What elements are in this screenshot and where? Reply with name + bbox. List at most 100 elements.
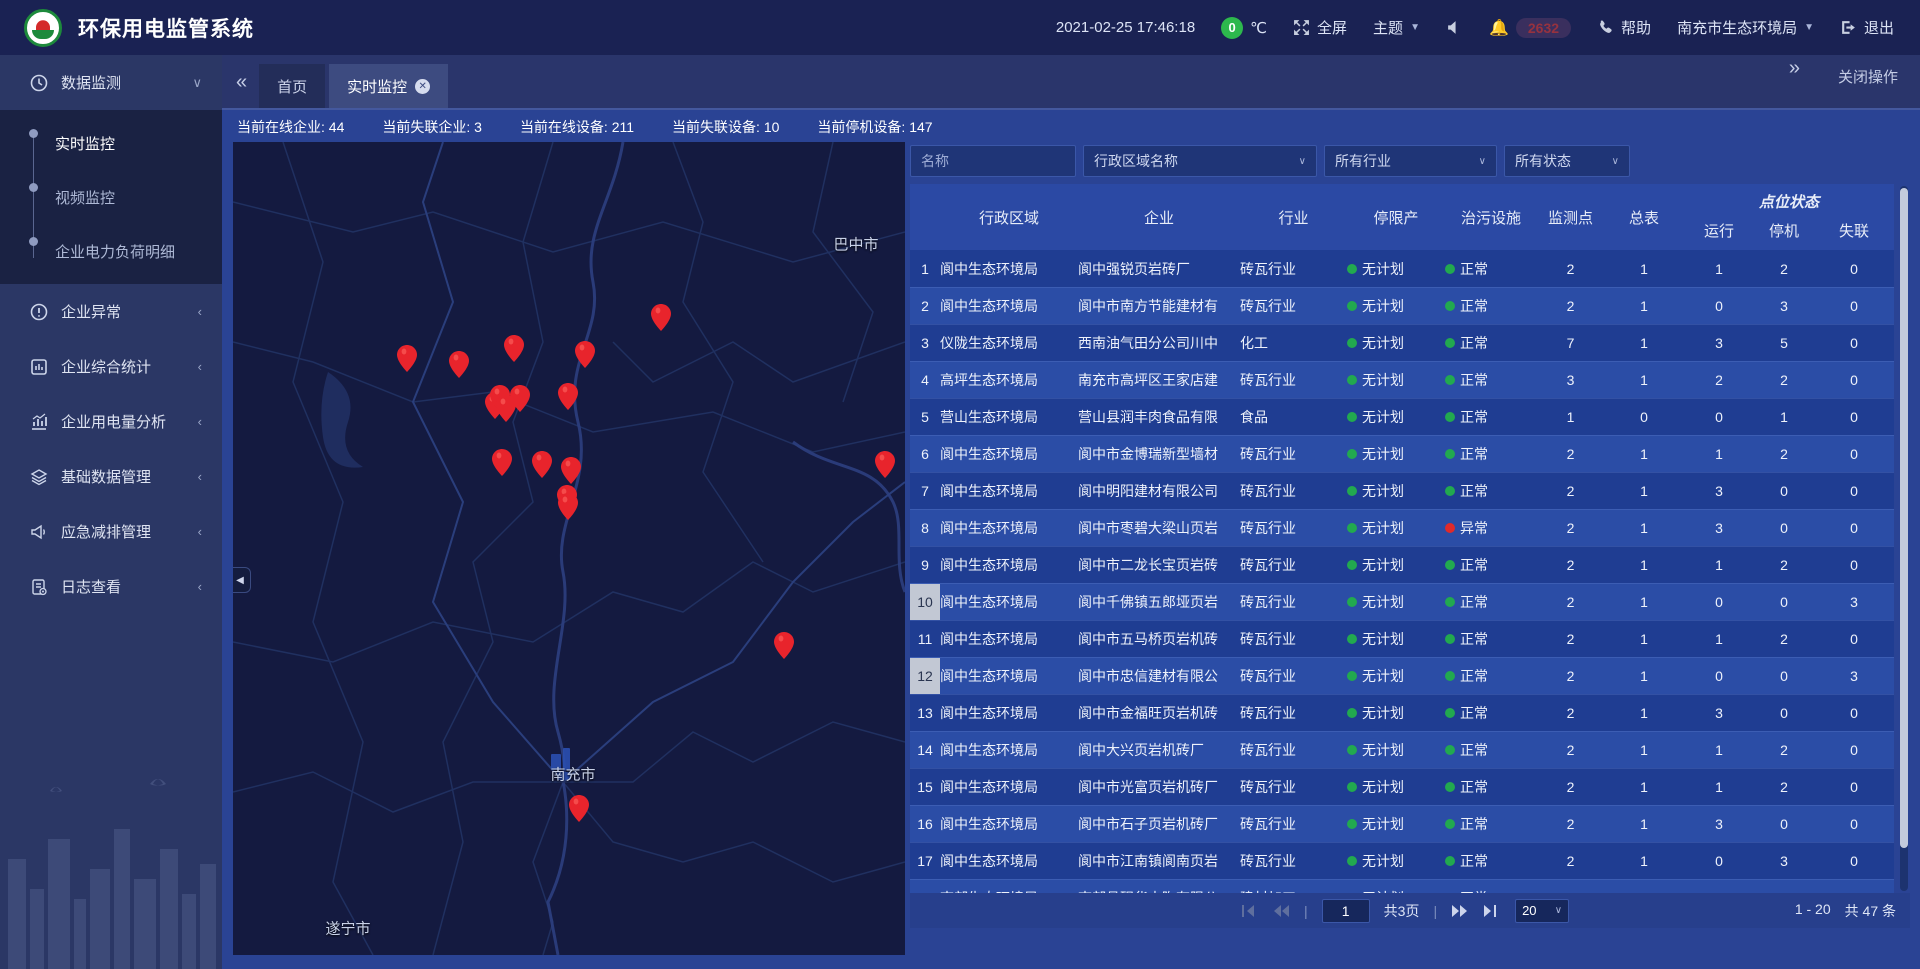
sidebar-item-company-abnormal[interactable]: 企业异常 ‹ [0,284,222,339]
sidebar-item-video-monitor[interactable]: 视频监控 [0,170,222,224]
cell-monitor-points: 6 [1537,880,1604,893]
status-dot-green [1445,486,1455,496]
notification-count-badge: 2632 [1516,18,1571,38]
cell-halt: 2 [1754,621,1814,657]
tabs-scroll-left-button[interactable]: « [222,72,259,108]
table-row[interactable]: 13阆中生态环境局阆中市金福旺页岩机砖砖瓦行业无计划正常21300 [910,694,1894,731]
log-document-icon [30,578,48,596]
table-row[interactable]: 12阆中生态环境局阆中市忠信建材有限公砖瓦行业无计划正常21003 [910,657,1894,694]
cell-facility: 正常 [1445,325,1537,361]
cell-total-meter: 1 [1604,510,1684,546]
cell-industry: 砖瓦行业 [1240,769,1347,805]
prev-page-button[interactable] [1272,904,1290,918]
table-row[interactable]: 5营山生态环境局营山县润丰肉食品有限食品无计划正常10010 [910,398,1894,435]
table-row[interactable]: 6阆中生态环境局阆中市金博瑞新型墙材砖瓦行业无计划正常21120 [910,435,1894,472]
sidebar-item-realtime-monitor[interactable]: 实时监控 [0,116,222,170]
last-page-button[interactable] [1483,904,1501,918]
sidebar-item-company-statistics[interactable]: 企业综合统计 ‹ [0,339,222,394]
table-row[interactable]: 10阆中生态环境局阆中千佛镇五郎垭页岩砖瓦行业无计划正常21003 [910,583,1894,620]
sidebar-item-log-view[interactable]: 日志查看 ‹ [0,559,222,614]
table-scrollbar[interactable] [1900,186,1908,891]
next-page-button[interactable] [1451,904,1469,918]
org-dropdown[interactable]: 南充市生态环境局▼ [1677,17,1814,38]
map-pin[interactable] [561,457,581,484]
table-row[interactable]: 1阆中生态环境局阆中强锐页岩砖厂砖瓦行业无计划正常21120 [910,250,1894,287]
map-pin[interactable] [397,345,417,372]
col-meter: 总表 [1604,184,1684,250]
sidebar-item-base-data[interactable]: 基础数据管理 ‹ [0,449,222,504]
table-row[interactable]: 15阆中生态环境局阆中市光富页岩机砖厂砖瓦行业无计划正常21120 [910,768,1894,805]
cell-halt: 0 [1754,473,1814,509]
table-row[interactable]: 4高坪生态环境局南充市高坪区王家店建砖瓦行业无计划正常31220 [910,361,1894,398]
help-button[interactable]: 帮助 [1597,17,1651,38]
row-number: 12 [910,658,940,694]
app-header: 环保用电监管系统 2021-02-25 17:46:18 0 ℃ 全屏 主题▼ … [0,0,1920,55]
sidebar-item-emergency-reduction[interactable]: 应急减排管理 ‹ [0,504,222,559]
table-row[interactable]: 9阆中生态环境局阆中市二龙长宝页岩砖砖瓦行业无计划正常21120 [910,546,1894,583]
map-pin[interactable] [575,341,595,368]
table-row[interactable]: 16阆中生态环境局阆中市石子页岩机砖厂砖瓦行业无计划正常21300 [910,805,1894,842]
sidebar-item-power-analysis[interactable]: 企业用电量分析 ‹ [0,394,222,449]
table-row[interactable]: 14阆中生态环境局阆中大兴页岩机砖厂砖瓦行业无计划正常21120 [910,731,1894,768]
status-filter-select[interactable]: 所有状态 ∨ [1504,145,1630,177]
divider: | [1304,903,1308,919]
map-pin[interactable] [569,795,589,822]
cell-industry: 砖瓦行业 [1240,510,1347,546]
cell-company: 阆中市二龙长宝页岩砖 [1078,547,1240,583]
cell-stop-plan: 无计划 [1347,621,1445,657]
sidebar-item-power-load-detail[interactable]: 企业电力负荷明细 [0,224,222,278]
cell-monitor-points: 2 [1537,288,1604,324]
status-dot-green [1347,745,1357,755]
table-row[interactable]: 18南部生态环境局南部县砚华土陶有限公建材加工无计划正常60060 [910,879,1894,893]
tab-bar: « 首页 实时监控 ✕ » 关闭操作 [222,55,1920,110]
region-filter-select[interactable]: 行政区域名称 ∨ [1083,145,1317,177]
map-pin[interactable] [510,385,530,412]
sidebar-item-data-monitor[interactable]: 数据监测 ∨ [0,55,222,110]
notifications[interactable]: 🔔 2632 [1489,18,1571,38]
cell-offline: 0 [1814,621,1894,657]
tab-close-icon[interactable]: ✕ [415,79,430,94]
table-row[interactable]: 3仪陇生态环境局西南油气田分公司川中化工无计划正常71350 [910,324,1894,361]
chevron-left-icon: ‹ [198,359,202,374]
map-pin[interactable] [558,383,578,410]
map-pin[interactable] [449,351,469,378]
fullscreen-button[interactable]: 全屏 [1293,17,1347,38]
scrollbar-thumb[interactable] [1900,188,1908,848]
tab-home[interactable]: 首页 [259,64,325,108]
tabs-scroll-right-button[interactable]: » [1775,58,1812,94]
logout-button[interactable]: 退出 [1840,17,1894,38]
table-row[interactable]: 11阆中生态环境局阆中市五马桥页岩机砖砖瓦行业无计划正常21120 [910,620,1894,657]
cell-run: 1 [1684,547,1754,583]
cell-facility: 正常 [1445,843,1537,879]
cell-region: 高坪生态环境局 [940,362,1078,398]
map-pin[interactable] [492,449,512,476]
map-pin[interactable] [504,335,524,362]
theme-dropdown[interactable]: 主题▼ [1373,17,1420,38]
map-panel[interactable]: 巴中市南充市遂宁市 ◀ [233,142,905,955]
map-pin[interactable] [558,493,578,520]
page-size-select[interactable]: 20 ∨ [1515,899,1569,923]
industry-filter-select[interactable]: 所有行业 ∨ [1324,145,1497,177]
table-row[interactable]: 2阆中生态环境局阆中市南方节能建材有砖瓦行业无计划正常21030 [910,287,1894,324]
table-row[interactable]: 17阆中生态环境局阆中市江南镇阆南页岩砖瓦行业无计划正常21030 [910,842,1894,879]
table-row[interactable]: 8阆中生态环境局阆中市枣碧大梁山页岩砖瓦行业无计划异常21300 [910,509,1894,546]
map-pin[interactable] [875,451,895,478]
map-pin[interactable] [532,451,552,478]
cell-run: 0 [1684,843,1754,879]
skyline-decoration [0,769,222,969]
table-row[interactable]: 7阆中生态环境局阆中明阳建材有限公司砖瓦行业无计划正常21300 [910,472,1894,509]
page-number-input[interactable] [1322,899,1370,923]
mute-button[interactable] [1446,19,1463,36]
name-filter-input[interactable] [910,145,1076,177]
map-pin[interactable] [774,632,794,659]
status-dot-green [1347,264,1357,274]
cell-industry: 食品 [1240,399,1347,435]
cell-run: 1 [1684,769,1754,805]
first-page-button[interactable] [1240,904,1258,918]
map-pin[interactable] [651,304,671,331]
logout-icon [1840,19,1857,36]
close-operations-button[interactable]: 关闭操作 [1838,66,1898,87]
tab-realtime-monitor[interactable]: 实时监控 ✕ [329,64,448,108]
cell-halt: 1 [1754,399,1814,435]
map-collapse-toggle[interactable]: ◀ [233,567,251,593]
